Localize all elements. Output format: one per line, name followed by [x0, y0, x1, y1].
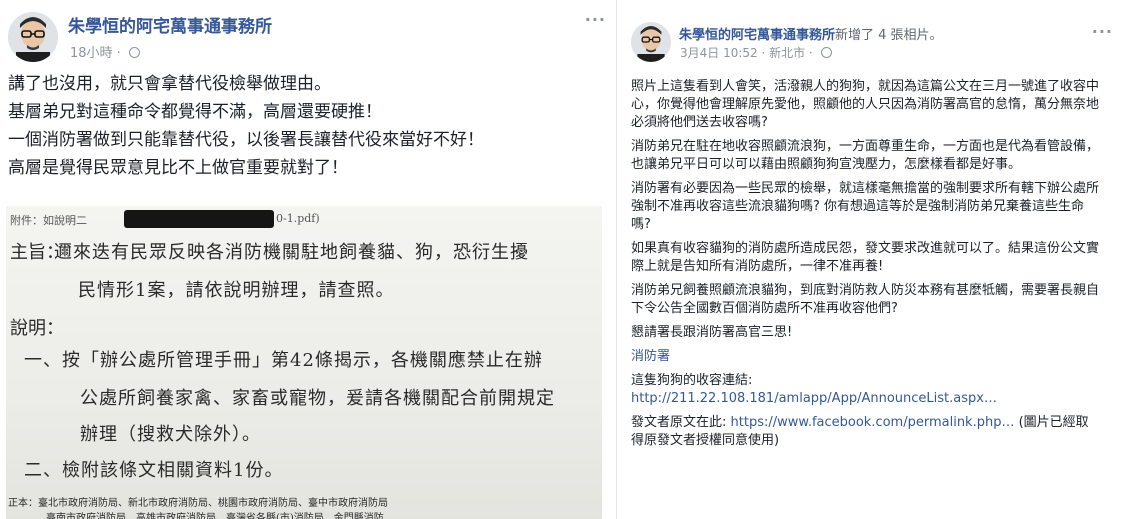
globe-icon — [820, 47, 832, 58]
avatar[interactable] — [631, 22, 671, 62]
post-paragraph: 如果真有收容貓狗的消防處所造成民怨，發文要求改進就可以了。結果這份公文實際上就是… — [631, 241, 1100, 274]
post-text: 照片上這隻看到人會笑，活潑親人的狗狗，就因為這篇公文在三月一號進了收容中心，你覺… — [631, 78, 1101, 456]
post-paragraph: 消防弟兄飼養照顧流浪貓狗，到底對消防救人防災本務有甚麼牴觸，需要署長親自下令公告… — [631, 283, 1100, 316]
post-action-text: 新增了 4 張相片。 — [835, 28, 943, 43]
author-name[interactable]: 朱學恒的阿宅萬事通事務所 — [679, 28, 835, 43]
profile-photo-icon — [631, 22, 671, 62]
avatar[interactable] — [8, 12, 58, 62]
doc-item-line: 辦理（搜救犬除外）。 — [80, 424, 261, 445]
doc-cc-line: 臺南市政府消防局、高雄市政府消防局、臺灣省各縣(市)消防局、金門縣消防 — [46, 513, 384, 519]
doc-item-line: 二、檢附該條文相關資料1份。 — [24, 460, 284, 481]
globe-icon — [128, 47, 140, 58]
doc-subject-line: 民情形1案，請依說明辦理，請查照。 — [78, 280, 395, 301]
post-paragraph: 照片上這隻看到人會笑，活潑親人的狗狗，就因為這篇公文在三月一號進了收容中心，你覺… — [631, 79, 1100, 130]
post-timestamp[interactable]: 3月4日 10:52 · 新北市 · — [680, 44, 832, 61]
link-intro-text: 這隻狗狗的收容連結: — [631, 373, 753, 388]
author-header: 朱學恒的阿宅萬事通事務所新增了 4 張相片。 — [679, 24, 943, 43]
more-options-icon[interactable]: ··· — [1092, 22, 1113, 41]
author-name[interactable]: 朱學恒的阿宅萬事通事務所 — [68, 12, 272, 37]
shelter-link[interactable]: http://211.22.108.181/amlapp/App/Announc… — [631, 391, 997, 406]
doc-item-line: 公處所飼養家禽、家畜或寵物，爰請各機關配合前開規定 — [80, 388, 555, 409]
profile-photo-icon — [8, 12, 58, 62]
source-link[interactable]: https://www.facebook.com/permalink.php… — [731, 415, 1015, 430]
more-options-icon[interactable]: ··· — [585, 10, 606, 29]
left-post: 朱學恒的阿宅萬事通事務所 18小時 · ··· 講了也沒用，就只會拿替代役檢舉做… — [0, 0, 612, 519]
doc-item-line: 一、按「辦公處所管理手冊」第42條揭示，各機關應禁止在辦 — [24, 350, 543, 371]
post-timestamp[interactable]: 18小時 · — [70, 42, 140, 61]
right-post: 朱學恒的阿宅萬事通事務所新增了 4 張相片。 3月4日 10:52 · 新北市 … — [616, 0, 1123, 519]
timestamp-text[interactable]: 18小時 · — [70, 46, 125, 61]
post-paragraph: 消防弟兄在駐在地收容照顧流浪狗，一方面尊重生命，一方面也是代為看管設備，也讓弟兄… — [631, 139, 1100, 172]
redaction-mark — [124, 210, 274, 228]
doc-cc-line: 正本：臺北市政府消防局、新北市政府消防局、桃園市政府消防局、臺中市政府消防局 — [8, 498, 388, 509]
post-paragraph: 消防署有必要因為一些民眾的檢舉，就這樣毫無擔當的強制要求所有轄下辦公處所強制不准… — [631, 181, 1100, 232]
hashtag-link[interactable]: 消防署 — [631, 349, 670, 364]
doc-subject-line: 邇來迭有民眾反映各消防機關駐地飼養貓、狗，恐衍生擾 — [54, 242, 529, 263]
doc-attachment-prefix: 附件：如說明二 — [10, 214, 87, 227]
post-photo-document[interactable]: 附件：如說明二 0-1.pdf) 主旨： 邇來迭有民眾反映各消防機關駐地飼養貓、… — [6, 206, 602, 519]
post-paragraph: 一個消防署做到只能靠替代役，以後署長讓替代役來當好不好！ — [8, 130, 484, 150]
post-paragraph: 懇請署長跟消防署高官三思! — [631, 325, 793, 340]
post-text: 講了也沒用，就只會拿替代役檢舉做理由。 基層弟兄對這種命令都覺得不滿，高層還要硬… — [8, 70, 608, 182]
post-paragraph: 講了也沒用，就只會拿替代役檢舉做理由。 — [8, 74, 331, 94]
timestamp-text[interactable]: 3月4日 10:52 · 新北市 · — [680, 46, 817, 60]
doc-attachment-suffix: 0-1.pdf) — [276, 212, 320, 225]
post-paragraph: 高層是覺得民眾意見比不上做官重要就對了！ — [8, 158, 348, 178]
doc-explanation-label: 說明： — [10, 318, 64, 339]
post-paragraph: 基層弟兄對這種命令都覺得不滿，高層還要硬推！ — [8, 102, 382, 122]
source-prefix-text: 發文者原文在此: — [631, 415, 731, 430]
